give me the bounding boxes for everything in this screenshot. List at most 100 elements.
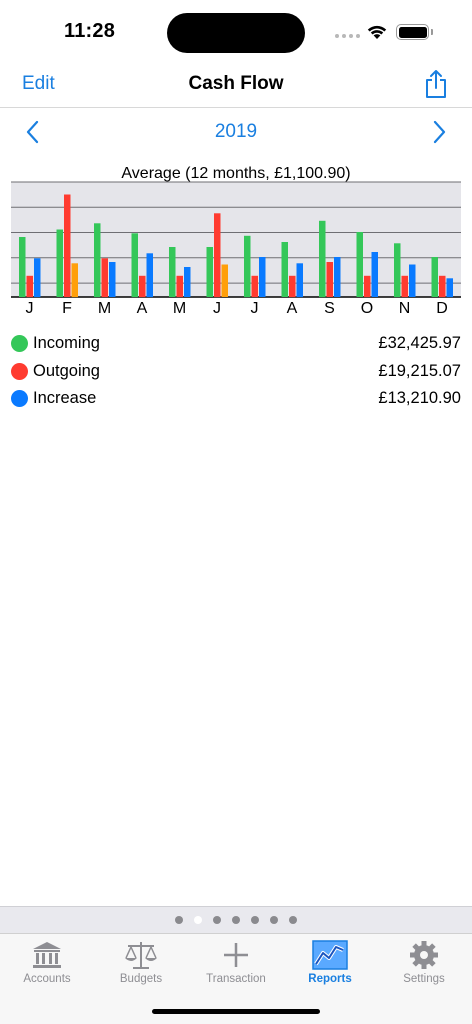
tab-settings[interactable]: Settings: [377, 934, 471, 994]
legend-label: Increase: [33, 389, 97, 407]
increase-bar: [109, 262, 116, 297]
tab-accounts[interactable]: Accounts: [0, 934, 94, 994]
cash-flow-chart[interactable]: Average (12 months, £1,100.90) J F M A M J J A S O…: [0, 160, 472, 320]
increase-bar: [446, 278, 453, 298]
x-tick-label: J: [213, 300, 221, 317]
cellular-signal-icon: [335, 34, 360, 38]
legend-row-incoming: Incoming £32,425.97: [0, 332, 472, 360]
status-bar: 11:28: [0, 0, 472, 64]
legend-color-dot: [11, 390, 28, 407]
x-tick-label: S: [324, 300, 335, 317]
outgoing-bar: [326, 262, 333, 297]
plus-icon: [224, 943, 248, 967]
outgoing-bar: [289, 275, 296, 298]
outgoing-bar: [139, 275, 146, 298]
outgoing-bar: [439, 275, 446, 298]
increase-bar: [371, 252, 378, 297]
battery-tip: [431, 29, 433, 35]
x-tick-label: M: [173, 300, 186, 317]
tab-label: Accounts: [23, 973, 71, 985]
tab-transaction[interactable]: Transaction: [189, 934, 283, 994]
dynamic-island: [167, 13, 305, 53]
x-tick-label: A: [287, 300, 298, 317]
home-indicator: [152, 1009, 320, 1014]
bar-chart: Average (12 months, £1,100.90) J F M A M J J A S O…: [11, 165, 461, 317]
incoming-bar: [394, 243, 401, 298]
page-dot[interactable]: [175, 916, 183, 924]
x-tick-label: N: [399, 300, 411, 317]
plot-area: [11, 182, 461, 297]
legend-color-dot: [11, 335, 28, 352]
incoming-bar: [19, 237, 26, 297]
year-label: 2019: [214, 121, 258, 142]
outgoing-bar: [176, 275, 183, 298]
legend-value: £13,210.90: [378, 389, 461, 407]
chart-icon: [312, 940, 348, 970]
x-tick-label: J: [26, 300, 34, 317]
increase-bar: [259, 257, 266, 297]
legend-label: Outgoing: [33, 361, 100, 380]
incoming-bar: [56, 229, 63, 297]
x-tick-label: M: [98, 300, 111, 317]
gear-icon: [410, 941, 438, 969]
outgoing-bar: [364, 275, 371, 298]
incoming-bar: [244, 235, 251, 298]
share-icon[interactable]: [423, 68, 449, 100]
incoming-bar: [431, 257, 438, 297]
increase-bar: [146, 253, 153, 298]
page-dot[interactable]: [270, 916, 278, 924]
tab-budgets[interactable]: Budgets: [94, 934, 188, 994]
tab-label: Reports: [308, 973, 352, 985]
page-dot[interactable]: [194, 916, 202, 924]
page-title: Cash Flow: [188, 73, 284, 94]
page-dot[interactable]: [213, 916, 221, 924]
legend-color-dot: [11, 362, 28, 380]
navigation-bar: Edit Cash Flow: [0, 64, 472, 108]
legend: Incoming £32,425.97 Outgoing £19,215.07 Incr…: [0, 332, 472, 415]
increase-bar: [334, 257, 341, 297]
outgoing-bar: [214, 213, 221, 298]
tab-reports[interactable]: Reports: [283, 934, 377, 994]
legend-value: £32,425.97: [378, 334, 461, 352]
page-dot[interactable]: [289, 916, 297, 924]
tab-label: Transaction: [206, 973, 266, 985]
outgoing-bar: [251, 275, 258, 298]
status-time: 11:28: [64, 20, 116, 42]
outgoing-bar: [401, 275, 408, 298]
bank-icon: [33, 942, 61, 968]
outgoing-bar: [64, 194, 71, 297]
increase-bar: [184, 267, 191, 297]
increase-bar: [221, 264, 228, 297]
tab-label: Settings: [403, 973, 445, 985]
x-tick-label: O: [361, 300, 373, 317]
incoming-bar: [319, 220, 326, 298]
incoming-bar: [94, 223, 101, 298]
battery-icon: [396, 24, 429, 40]
outgoing-bar: [26, 275, 33, 298]
legend-row-outgoing: Outgoing £19,215.07: [0, 360, 472, 388]
legend-label: Incoming: [33, 334, 100, 352]
x-tick-label: A: [137, 300, 148, 317]
outgoing-bar: [101, 258, 108, 298]
increase-bar: [34, 258, 41, 298]
incoming-bar: [206, 247, 213, 297]
x-tick-label: F: [62, 300, 72, 317]
wifi-icon: [367, 25, 387, 39]
year-selector: 2019: [0, 116, 472, 148]
incoming-bar: [169, 247, 176, 297]
page-dot[interactable]: [232, 916, 240, 924]
increase-bar: [409, 264, 416, 297]
x-tick-label: J: [251, 300, 259, 317]
legend-row-increase: Increase £13,210.90: [0, 387, 472, 415]
increase-bar: [296, 263, 303, 298]
scales-icon: [125, 942, 157, 969]
chevron-right-icon[interactable]: [430, 120, 448, 144]
incoming-bar: [131, 233, 138, 298]
page-indicator[interactable]: [0, 906, 472, 933]
tab-label: Budgets: [119, 973, 163, 985]
legend-value: £19,215.07: [378, 361, 461, 380]
x-tick-label: D: [436, 300, 448, 317]
increase-bar: [71, 263, 78, 298]
page-dot[interactable]: [251, 916, 259, 924]
incoming-bar: [281, 242, 288, 297]
